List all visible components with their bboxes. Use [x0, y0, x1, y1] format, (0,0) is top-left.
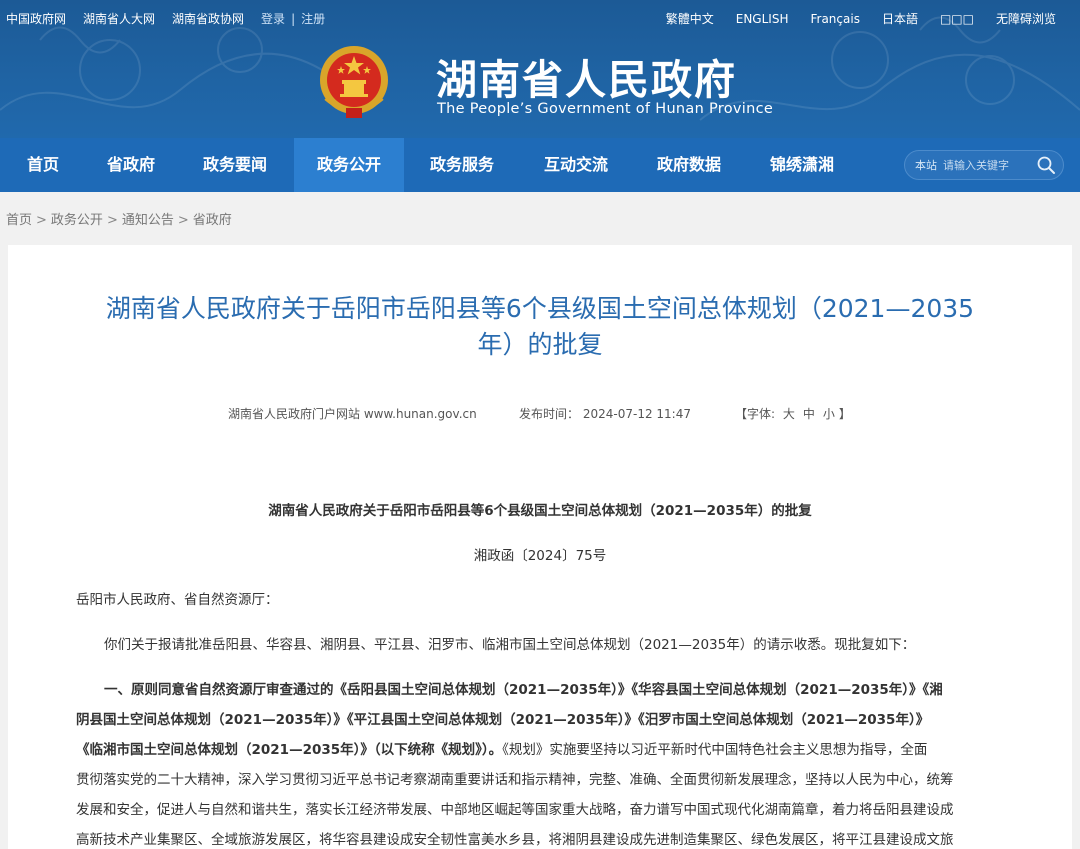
lang-other[interactable]: □□□: [940, 12, 974, 26]
link-cppcc-site[interactable]: 湖南省政协网: [172, 10, 244, 27]
publish-time-label: 发布时间：: [519, 407, 580, 421]
paragraph-2-line4: 贯彻落实党的二十大精神，深入学习贯彻习近平总书记考察湖南重要讲话和指示精神，完整…: [76, 772, 954, 788]
national-emblem-icon: [320, 46, 388, 118]
breadcrumb-separator: >: [36, 213, 47, 228]
link-gov-site[interactable]: 中国政府网: [6, 10, 66, 27]
link-npc-site[interactable]: 湖南省人大网: [83, 10, 155, 27]
accessibility-link[interactable]: 无障碍浏览: [996, 10, 1056, 27]
breadcrumb-separator: >: [177, 213, 189, 228]
article-title: 湖南省人民政府关于岳阳市岳阳县等6个县级国土空间总体规划（2021—2035 年…: [68, 291, 1012, 363]
lang-japanese[interactable]: 日本語: [882, 10, 918, 27]
breadcrumb-provincial-gov[interactable]: 省政府: [193, 213, 232, 228]
lang-traditional-chinese[interactable]: 繁體中文: [666, 10, 714, 27]
nav-item-home[interactable]: 首页: [0, 138, 86, 192]
lang-english[interactable]: ENGLISH: [736, 12, 789, 26]
paragraph-2-bold-line1: 一、原则同意省自然资源厅审查通过的《岳阳县国土空间总体规划（2021—2035年…: [104, 682, 943, 698]
site-subtitle: The People’s Government of Hunan Provinc…: [437, 101, 774, 117]
language-links: 繁體中文 ENGLISH Français 日本語 □□□ 无障碍浏览: [644, 10, 1056, 27]
article-title-line2: 年）的批复: [477, 330, 603, 359]
font-size-small-button[interactable]: 小: [823, 407, 835, 421]
paragraph-2-bold-line3: 《临湘市国土空间总体规划（2021—2035年）》（以下统称《规划》）。: [76, 742, 503, 758]
font-size-controls: 【字体: 大中小】: [735, 405, 851, 422]
search-scope[interactable]: 本站: [915, 157, 937, 173]
search-input[interactable]: 请输入关键字: [943, 157, 1035, 173]
article-panel: 湖南省人民政府关于岳阳市岳阳县等6个县级国土空间总体规划（2021—2035 年…: [8, 245, 1072, 849]
breadcrumb: 首页 > 政务公开 > 通知公告 > 省政府: [6, 209, 232, 228]
paragraph-2-line5: 发展和安全，促进人与自然和谐共生，落实长江经济带发展、中部地区崛起等国家重大战略…: [76, 802, 954, 818]
article-source: 湖南省人民政府门户网站 www.hunan.gov.cn: [228, 407, 477, 421]
nav-item-interaction[interactable]: 互动交流: [520, 138, 632, 192]
search-box[interactable]: 本站 请输入关键字: [904, 150, 1064, 180]
document-title: 湖南省人民政府关于岳阳市岳阳县等6个县级国土空间总体规划（2021—2035年）…: [268, 503, 812, 519]
font-size-medium-button[interactable]: 中: [803, 407, 815, 421]
addressee: 岳阳市人民政府、省自然资源厅：: [76, 592, 279, 608]
register-link[interactable]: 注册: [301, 10, 325, 27]
font-size-suffix: 】: [838, 407, 851, 421]
document-number: 湘政函〔2024〕75号: [473, 548, 607, 564]
breadcrumb-gov-disclosure[interactable]: 政务公开: [51, 213, 103, 228]
publish-time-value: 2024-07-12 11:47: [582, 407, 691, 421]
article-title-line1: 湖南省人民政府关于岳阳市岳阳县等6个县级国土空间总体规划（2021—2035: [105, 294, 975, 323]
nav-item-scenic-hunan[interactable]: 锦绣潇湘: [746, 138, 858, 192]
breadcrumb-home[interactable]: 首页: [6, 213, 32, 228]
nav-item-provincial-gov[interactable]: 省政府: [86, 138, 176, 192]
paragraph-2-line3-rest: 《规划》实施要坚持以习近平新时代中国特色社会主义思想为指导，全面: [502, 742, 928, 758]
paragraph-2-line6: 高新技术产业集聚区、全域旅游发展区，将华容县建设成安全韧性富美水乡县，将湘阴县建…: [76, 832, 954, 848]
lang-french[interactable]: Français: [810, 12, 859, 26]
breadcrumb-notices[interactable]: 通知公告: [122, 213, 174, 228]
publish-time: 发布时间： 2024-07-12 11:47: [519, 405, 691, 422]
nav-item-gov-disclosure[interactable]: 政务公开: [294, 138, 404, 192]
font-size-large-button[interactable]: 大: [783, 407, 795, 421]
top-links: 中国政府网 湖南省人大网 湖南省政协网 登录 | 注册: [6, 10, 342, 27]
paragraph-1: 你们关于报请批准岳阳县、华容县、湘阴县、平江县、汨罗市、临湘市国土空间总体规划（…: [104, 637, 916, 653]
site-title: 湖南省人民政府: [436, 56, 737, 104]
site-header: 中国政府网 湖南省人大网 湖南省政协网 登录 | 注册 繁體中文 ENGLISH…: [0, 0, 1080, 138]
breadcrumb-separator: >: [106, 213, 118, 228]
main-nav: 首页 省政府 政务要闻 政务公开 政务服务 互动交流 政府数据 锦绣潇湘 本站 …: [0, 138, 1080, 192]
nav-item-gov-news[interactable]: 政务要闻: [176, 138, 294, 192]
nav-item-gov-services[interactable]: 政务服务: [404, 138, 520, 192]
paragraph-2-bold-line2: 阴县国土空间总体规划（2021—2035年）》《平江县国土空间总体规划（2021…: [76, 712, 930, 728]
search-icon[interactable]: [1035, 154, 1057, 176]
paragraph-2: 一、原则同意省自然资源厅审查通过的《岳阳县国土空间总体规划（2021—2035年…: [76, 675, 1004, 849]
font-size-prefix: 【字体:: [735, 407, 776, 421]
nav-item-gov-data[interactable]: 政府数据: [632, 138, 746, 192]
login-separator: |: [291, 11, 296, 26]
login-link[interactable]: 登录: [261, 10, 285, 27]
